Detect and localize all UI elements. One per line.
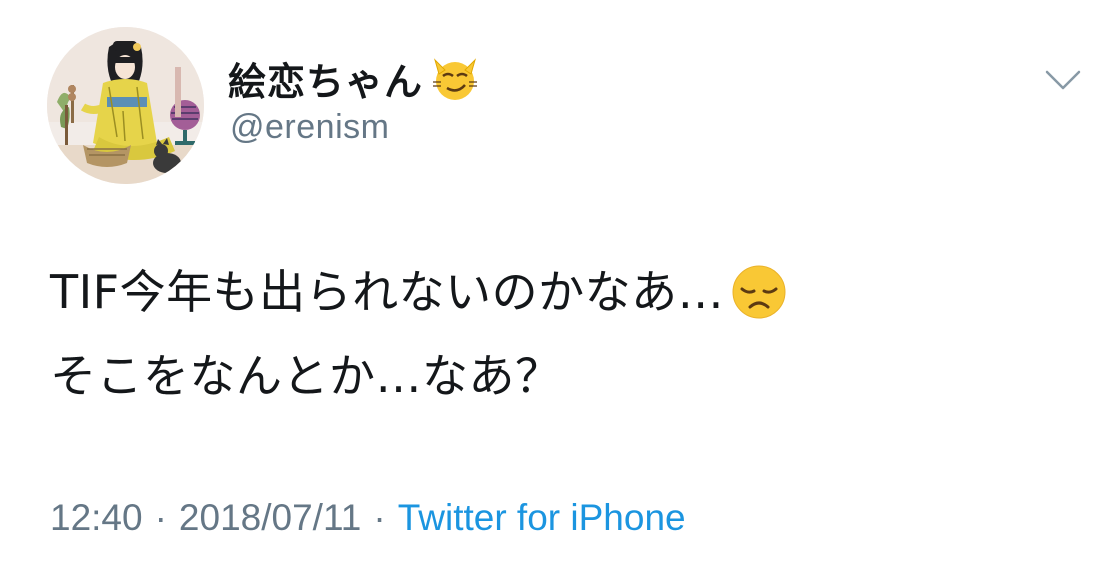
- tweet-text-line: TIF今年も出られないのかなあ…: [50, 250, 1070, 334]
- user-handle[interactable]: @erenism: [230, 108, 389, 147]
- tweet-source-link[interactable]: Twitter for iPhone: [398, 497, 686, 539]
- tweet-text-line-1: TIF今年も出られないのかなあ…: [50, 265, 725, 319]
- tweet-text-line-2: そこをなんとか…なあ？: [50, 349, 562, 403]
- display-name[interactable]: 絵恋ちゃん: [228, 51, 423, 106]
- meta-separator: ·: [154, 497, 167, 538]
- author-name-row[interactable]: 絵恋ちゃん: [228, 50, 481, 106]
- smirking-cat-icon: [429, 52, 481, 104]
- disappointed-face-icon: [730, 263, 788, 321]
- avatar-illustration: [47, 27, 204, 184]
- tweet-meta: 12:40 · 2018/07/11 · Twitter for iPhone: [50, 497, 686, 539]
- meta-separator: ·: [373, 497, 386, 538]
- chevron-down-icon[interactable]: [1044, 68, 1082, 94]
- tweet-date[interactable]: 2018/07/11: [179, 497, 361, 539]
- tweet-text: TIF今年も出られないのかなあ… そこをなんとか…なあ？: [50, 250, 1070, 418]
- avatar[interactable]: [47, 27, 204, 184]
- tweet-text-line: そこをなんとか…なあ？: [50, 334, 1070, 418]
- tweet-card: 絵恋ちゃん @erenism TIF今年も出られないのかなあ… そこをなんとか……: [0, 0, 1093, 580]
- tweet-time[interactable]: 12:40: [50, 497, 143, 539]
